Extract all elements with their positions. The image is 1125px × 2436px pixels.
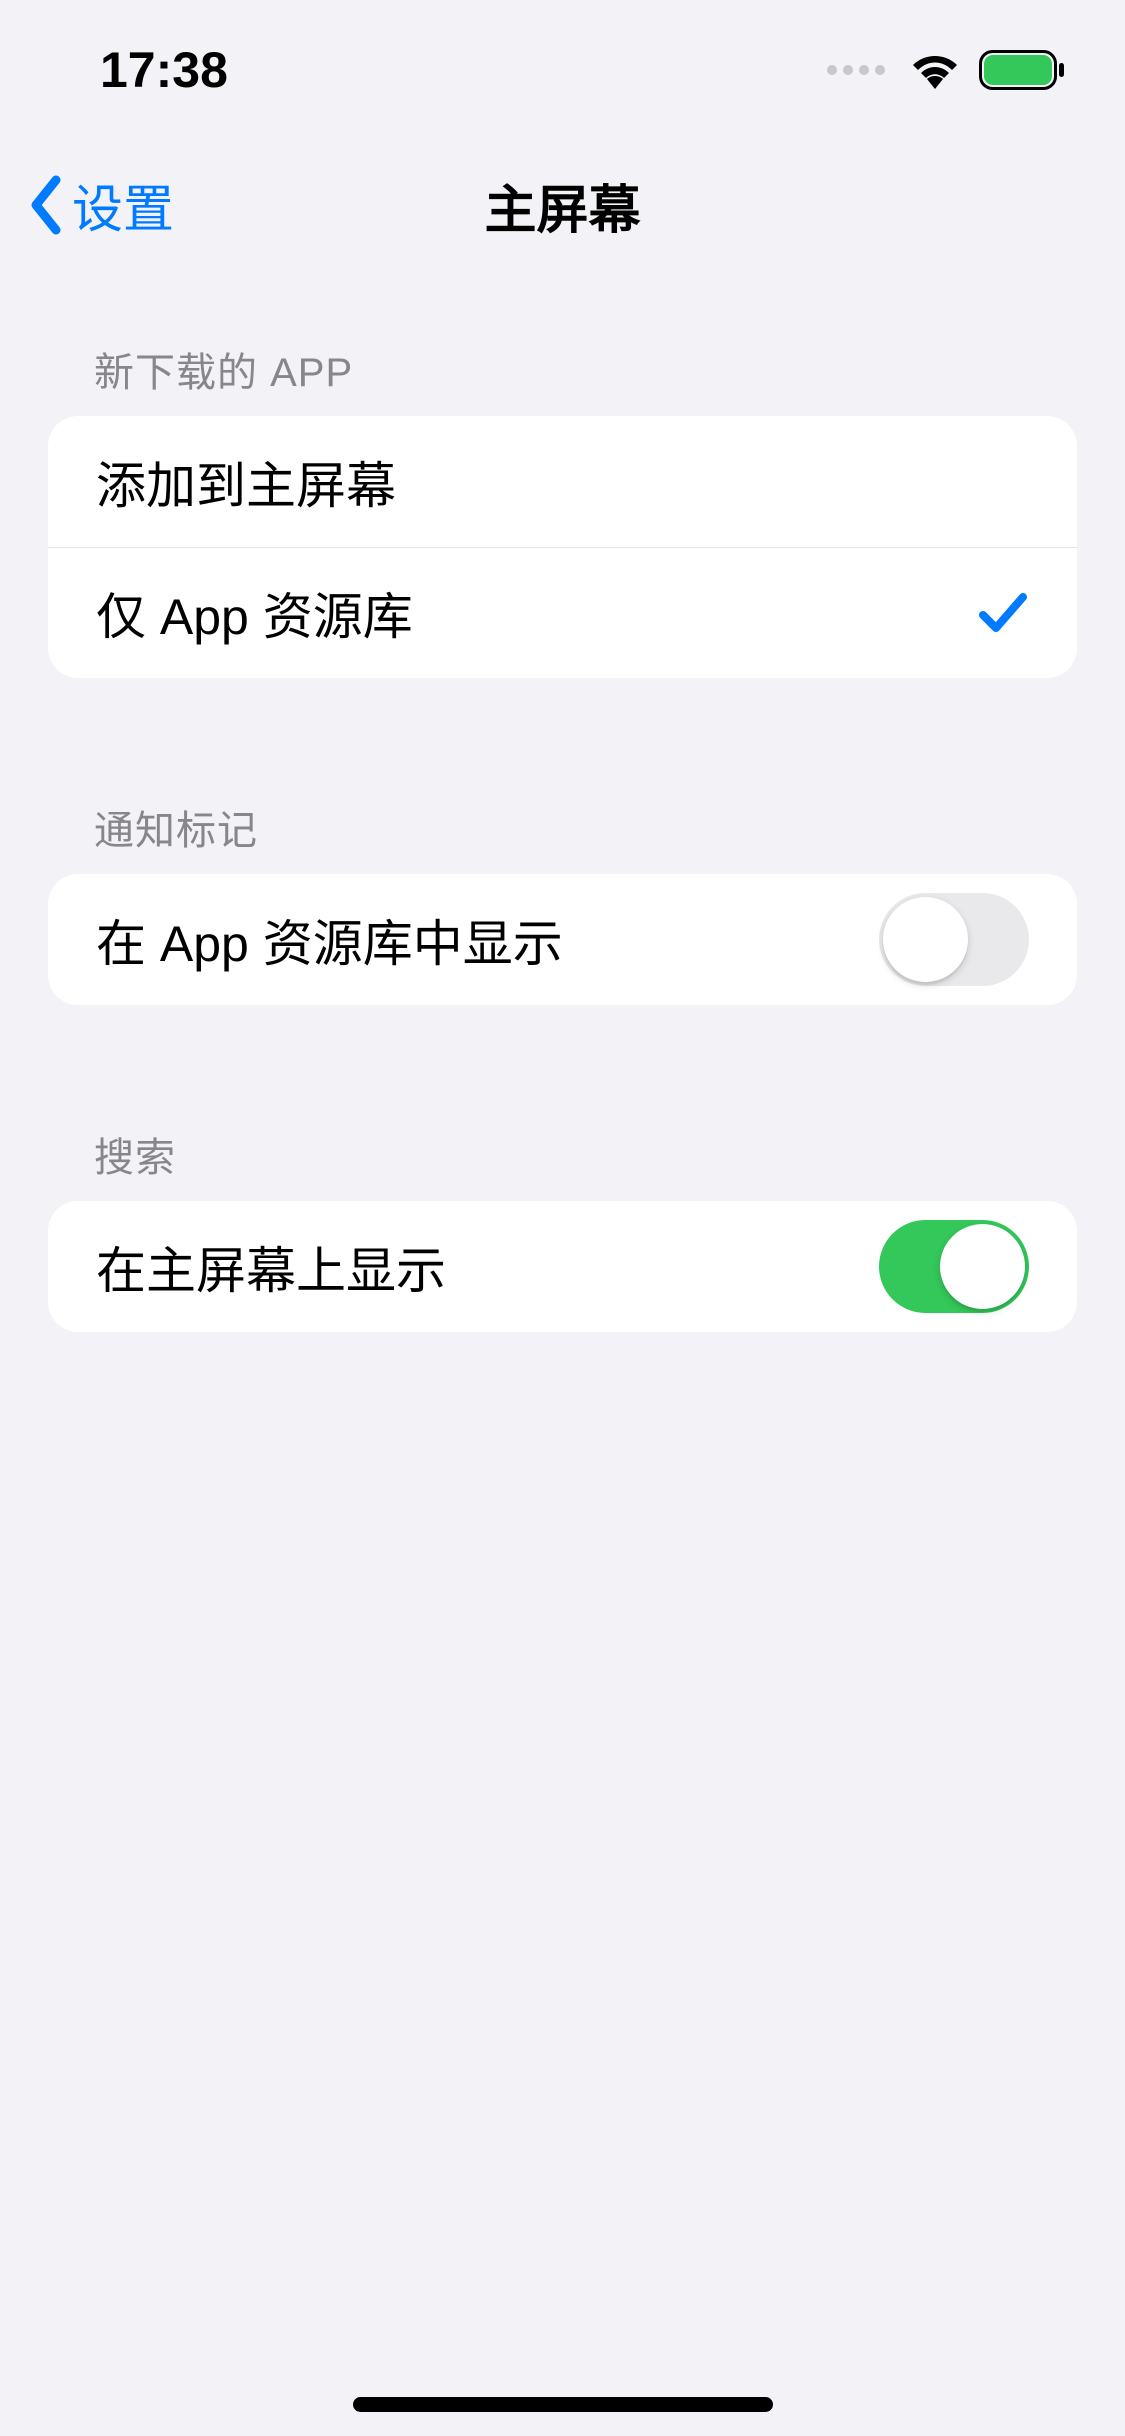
- section-header-search: 搜索: [0, 1125, 1125, 1201]
- toggle-label: 在 App 资源库中显示: [96, 904, 563, 976]
- cellular-dots-icon: [827, 65, 885, 75]
- content: 新下载的 APP 添加到主屏幕 仅 App 资源库 通知标记 在 App 资源库…: [0, 270, 1125, 1332]
- status-bar: 17:38: [0, 0, 1125, 140]
- back-button-label: 设置: [72, 168, 174, 242]
- switch-knob: [940, 1224, 1025, 1309]
- section-header-new-apps: 新下载的 APP: [0, 340, 1125, 416]
- toggle-show-on-home[interactable]: [879, 1220, 1029, 1313]
- wifi-icon: [909, 51, 961, 89]
- section-header-badges: 通知标记: [0, 798, 1125, 874]
- option-add-to-home[interactable]: 添加到主屏幕: [48, 416, 1077, 547]
- option-label: 仅 App 资源库: [96, 577, 413, 649]
- option-label: 添加到主屏幕: [96, 446, 396, 518]
- toggle-label: 在主屏幕上显示: [96, 1231, 446, 1303]
- chevron-left-icon: [26, 174, 66, 236]
- toggle-show-in-app-library[interactable]: [879, 893, 1029, 986]
- battery-icon: [979, 50, 1065, 90]
- back-button[interactable]: 设置: [26, 168, 174, 242]
- home-indicator[interactable]: [353, 2397, 773, 2412]
- status-icons: [827, 50, 1065, 90]
- status-time: 17:38: [100, 41, 228, 99]
- switch-knob: [883, 897, 968, 982]
- group-search: 在主屏幕上显示: [48, 1201, 1077, 1332]
- checkmark-icon: [977, 587, 1029, 639]
- group-new-apps: 添加到主屏幕 仅 App 资源库: [48, 416, 1077, 678]
- nav-bar: 设置 主屏幕: [0, 140, 1125, 270]
- row-show-in-app-library: 在 App 资源库中显示: [48, 874, 1077, 1005]
- group-badges: 在 App 资源库中显示: [48, 874, 1077, 1005]
- page-title: 主屏幕: [28, 168, 1097, 243]
- row-show-on-home: 在主屏幕上显示: [48, 1201, 1077, 1332]
- option-app-library-only[interactable]: 仅 App 资源库: [48, 547, 1077, 678]
